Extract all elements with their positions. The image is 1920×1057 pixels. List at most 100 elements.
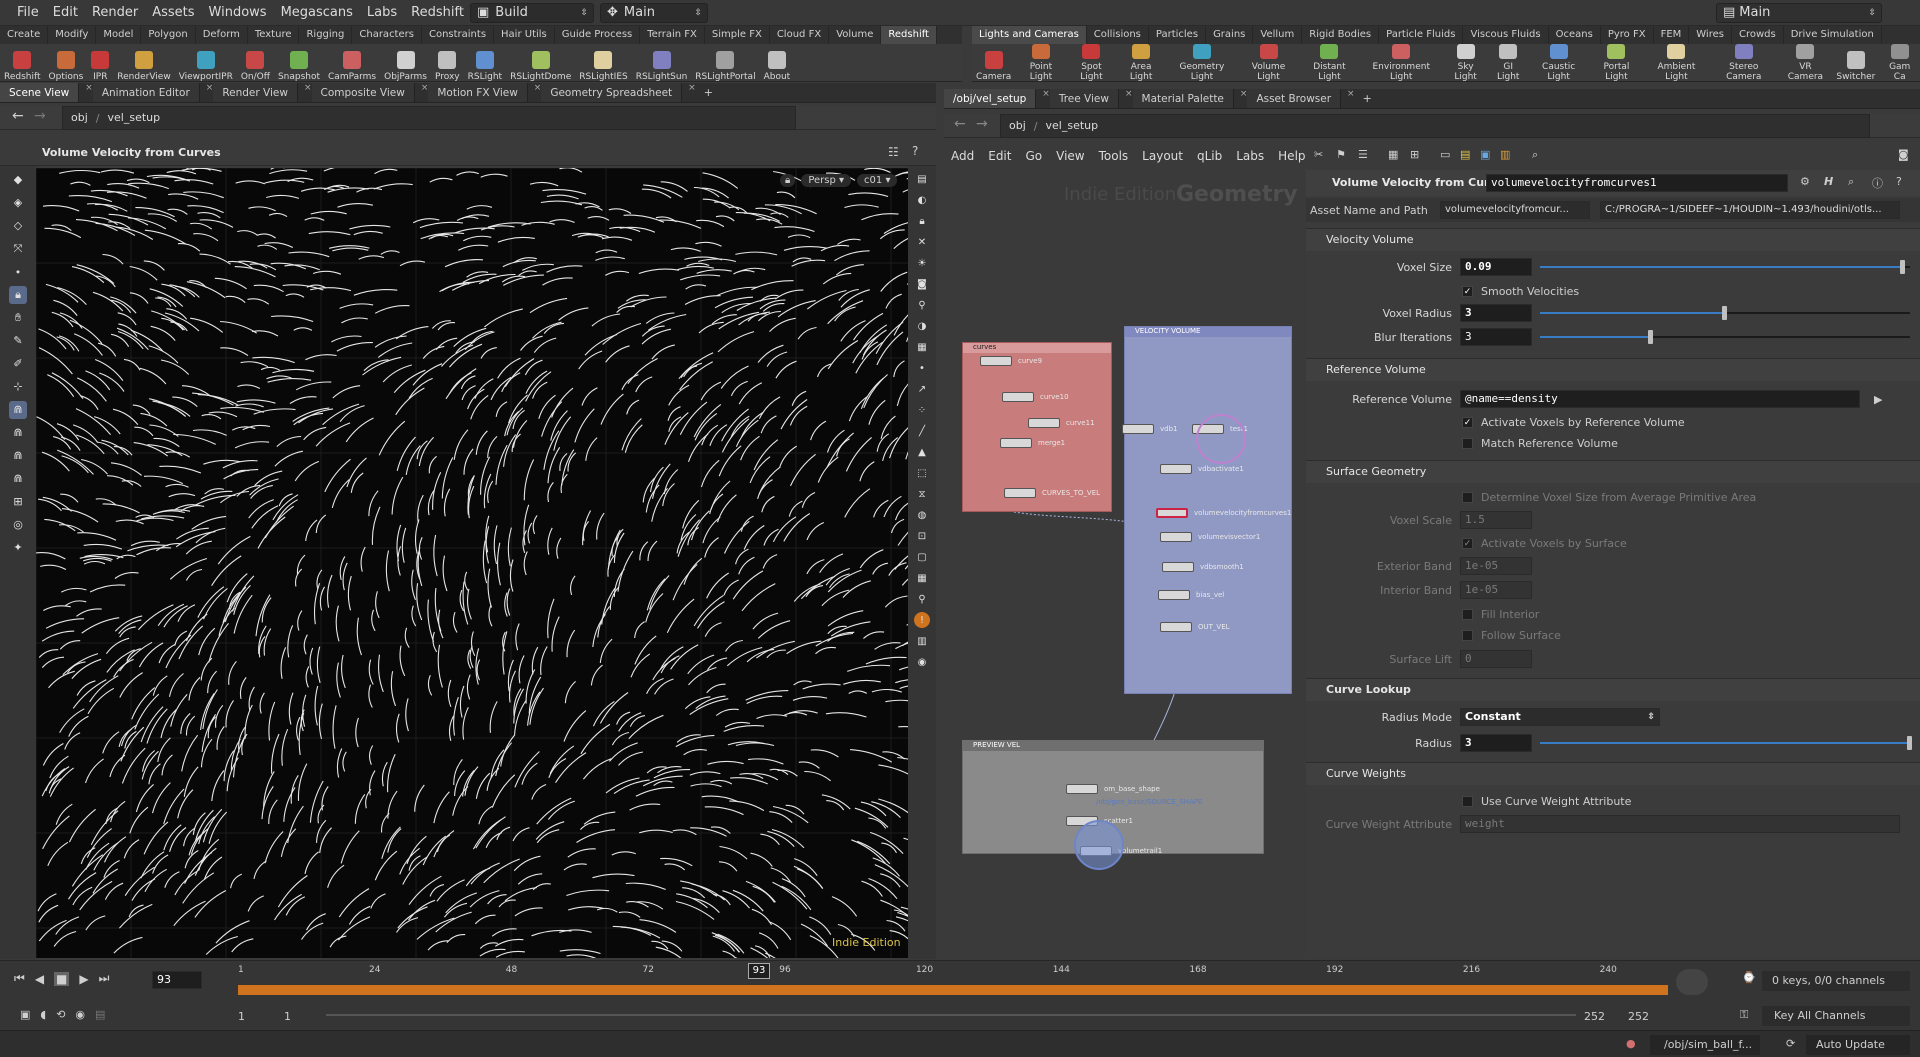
camera-icon[interactable]: ◎	[9, 516, 27, 534]
node-vdbactivate1[interactable]	[1160, 464, 1192, 474]
range-end-field[interactable]: 252	[1584, 1010, 1605, 1023]
auto-update-dropdown[interactable]: Auto Update	[1806, 1035, 1910, 1055]
gear-icon[interactable]: ⚙	[1800, 175, 1810, 188]
pin-icon[interactable]: ⚲	[914, 591, 930, 607]
shelf-tab-model[interactable]: Model	[96, 26, 142, 44]
range-start-field[interactable]: 1	[238, 1010, 245, 1023]
shelf-tab-polygon[interactable]: Polygon	[141, 26, 196, 44]
node-volumevelocityfromcurves1[interactable]	[1156, 508, 1188, 518]
image-icon[interactable]: ▣	[1480, 148, 1490, 161]
forward-arrow-icon[interactable]: →	[34, 108, 46, 124]
normal-icon[interactable]: ↗	[914, 381, 930, 397]
tool-switcher[interactable]: Switcher	[1832, 44, 1879, 82]
display-options-icon[interactable]: ☷	[888, 145, 899, 159]
lock-icon[interactable]: 🔒︎	[9, 286, 27, 304]
skip-start-icon[interactable]: ⏮	[14, 971, 25, 986]
select-icon[interactable]: ◆	[9, 171, 27, 189]
node-merge1[interactable]	[1000, 438, 1032, 448]
asset-path-field[interactable]: C:/PROGRA~1/SIDEEF~1/HOUDIN~1.493/houdin…	[1600, 201, 1900, 219]
layout-icon[interactable]: ▥	[914, 633, 930, 649]
close-icon[interactable]: ×	[1125, 89, 1133, 108]
palette-icon[interactable]: ▥	[1500, 148, 1510, 161]
arrow-cursor-icon[interactable]: ▶	[1874, 393, 1882, 406]
current-frame-marker[interactable]: 93	[748, 963, 770, 979]
back-arrow-icon[interactable]: ←	[12, 108, 24, 124]
light-icon[interactable]: ✦	[9, 539, 27, 557]
node-curve9[interactable]	[980, 356, 1012, 366]
menu-render[interactable]: Render	[85, 0, 145, 26]
magnet-icon[interactable]: ⋒	[9, 424, 27, 442]
close-icon[interactable]: ×	[1347, 89, 1355, 108]
voxel-radius-field[interactable]: 3	[1460, 304, 1532, 322]
close-icon[interactable]: ×	[1240, 89, 1248, 108]
add-tab-icon[interactable]: +	[696, 83, 721, 102]
scale-icon[interactable]: ⤧	[9, 240, 27, 258]
node-om-base-shape[interactable]	[1066, 784, 1098, 794]
refresh-icon[interactable]: ⟳	[1786, 1037, 1795, 1050]
grid-icon[interactable]: ⊞	[9, 493, 27, 511]
tool-rslighties[interactable]: RSLightIES	[575, 44, 631, 82]
frames-icon[interactable]: ▤	[95, 1008, 105, 1021]
shelf-tab-viscous-fluids[interactable]: Viscous Fluids	[1463, 26, 1549, 44]
right-desktop-dropdown[interactable]: ▤ Main ⇳	[1716, 3, 1882, 23]
reference-volume-field[interactable]: @name==density	[1460, 390, 1860, 408]
ghost-icon[interactable]: ◍	[914, 507, 930, 523]
current-frame-field[interactable]: 93	[152, 971, 202, 989]
crumb-obj[interactable]: obj	[63, 106, 96, 130]
tab-animation-editor[interactable]: Animation Editor	[92, 83, 200, 102]
shelf-tab-vellum[interactable]: Vellum	[1253, 26, 1303, 44]
xray-icon[interactable]: ✕	[914, 234, 930, 250]
stop-icon[interactable]: ■	[54, 971, 70, 986]
shelf-tab-lights-and-cameras[interactable]: Lights and Cameras	[972, 26, 1087, 44]
display-icon[interactable]: ▤	[914, 171, 930, 187]
status-path[interactable]: /obj/sim_ball_f...	[1650, 1035, 1760, 1055]
node-bias-vel[interactable]	[1158, 590, 1190, 600]
shelf-tab-cloud-fx[interactable]: Cloud FX	[770, 26, 830, 44]
shelf-tab-texture[interactable]: Texture	[248, 26, 300, 44]
tab-geometry-spreadsheet[interactable]: Geometry Spreadsheet	[541, 83, 683, 102]
menu-windows[interactable]: Windows	[202, 0, 274, 26]
vertex-icon[interactable]: ⁘	[914, 402, 930, 418]
menu-file[interactable]: File	[10, 0, 46, 26]
tool-about[interactable]: About	[760, 44, 795, 82]
forward-arrow-icon[interactable]: →	[976, 116, 988, 132]
shading-icon[interactable]: ◐	[914, 192, 930, 208]
keys-icon[interactable]: ⌚	[1742, 971, 1756, 984]
tool-geometry-light[interactable]: Geometry Light	[1166, 44, 1238, 82]
crumb-vel-setup[interactable]: vel_setup	[1038, 114, 1107, 138]
tab-motion-fx-view[interactable]: Motion FX View	[428, 83, 528, 102]
use-curve-weight-checkbox[interactable]	[1462, 795, 1473, 807]
tab--obj-vel-setup[interactable]: /obj/vel_setup	[944, 89, 1037, 108]
net-menu-go[interactable]: Go	[1018, 144, 1049, 168]
tool-rslight[interactable]: RSLight	[464, 44, 506, 82]
tool-point-light[interactable]: Point Light	[1015, 44, 1066, 82]
skip-end-icon[interactable]: ⏭	[99, 971, 110, 986]
tab-scene-view[interactable]: Scene View	[0, 83, 80, 102]
tool-caustic-light[interactable]: Caustic Light	[1528, 44, 1589, 82]
key-all-channels-button[interactable]: Key All Channels	[1762, 1006, 1910, 1026]
shelf-tab-simple-fx[interactable]: Simple FX	[705, 26, 770, 44]
background-icon[interactable]: ▢	[914, 549, 930, 565]
menu-megascans[interactable]: Megascans	[274, 0, 360, 26]
shelf-tab-deform[interactable]: Deform	[196, 26, 248, 44]
loop-icon[interactable]: ⟲	[56, 1008, 65, 1021]
shelf-tab-oceans[interactable]: Oceans	[1549, 26, 1601, 44]
shelf-tab-guide-process[interactable]: Guide Process	[555, 26, 641, 44]
shelf-tab-modify[interactable]: Modify	[48, 26, 97, 44]
net-menu-labs[interactable]: Labs	[1229, 144, 1271, 168]
voxel-scale-field[interactable]: 1.5	[1460, 511, 1532, 529]
close-icon[interactable]: ×	[421, 83, 429, 102]
close-icon[interactable]: ×	[304, 83, 312, 102]
crumb-obj[interactable]: obj	[1001, 114, 1034, 138]
voxel-size-field[interactable]: 0.09	[1460, 258, 1532, 276]
shelf-tab-volume[interactable]: Volume	[829, 26, 882, 44]
light-bulb-icon[interactable]: ⚲	[914, 297, 930, 313]
tool-ambient-light[interactable]: Ambient Light	[1644, 44, 1709, 82]
play-back-icon[interactable]: ◀	[35, 972, 44, 986]
shelf-tab-constraints[interactable]: Constraints	[422, 26, 495, 44]
info-icon[interactable]: ⓘ	[1872, 175, 1883, 191]
blur-iterations-slider[interactable]	[1540, 328, 1910, 346]
keys-channels-dropdown[interactable]: 0 keys, 0/0 channels	[1762, 971, 1910, 991]
note-icon[interactable]: ▤	[1460, 148, 1470, 161]
tool-gi-light[interactable]: GI Light	[1488, 44, 1528, 82]
